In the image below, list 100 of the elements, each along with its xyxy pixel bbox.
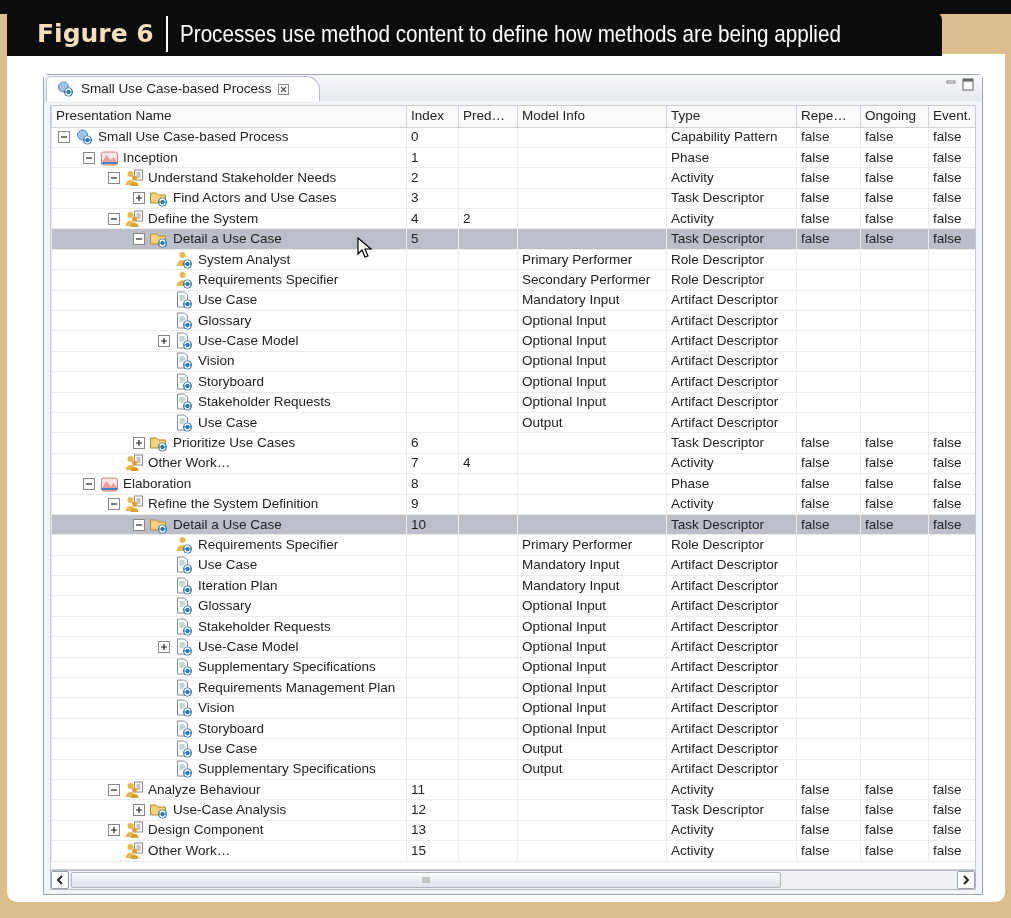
table-cell: Optional Input bbox=[522, 659, 607, 675]
document-icon bbox=[174, 699, 194, 718]
maximize-icon[interactable] bbox=[962, 78, 974, 91]
column-header[interactable]: Index bbox=[406, 106, 459, 127]
table-cell: 1 bbox=[411, 149, 419, 165]
person-icon bbox=[174, 536, 194, 554]
process-icon bbox=[74, 128, 94, 147]
expand-icon[interactable] bbox=[133, 804, 145, 817]
collapse-icon[interactable] bbox=[133, 233, 145, 246]
document-icon bbox=[174, 658, 194, 677]
table-cell: false bbox=[865, 516, 894, 532]
tree-item-label[interactable]: Use Case bbox=[198, 291, 258, 310]
table-cell: Optional Input bbox=[522, 700, 607, 716]
table-cell: 15 bbox=[411, 842, 427, 858]
table-cell: false bbox=[801, 169, 830, 185]
collapse-icon[interactable] bbox=[108, 212, 120, 225]
scroll-left-button[interactable] bbox=[51, 871, 69, 889]
table-cell: false bbox=[933, 802, 962, 818]
tree-item-label[interactable]: Vision bbox=[198, 699, 235, 718]
table-cell: Primary Performer bbox=[522, 537, 633, 552]
table-cell: Role Descriptor bbox=[671, 271, 765, 287]
table-cell: Artifact Descriptor bbox=[671, 720, 779, 736]
tree-item-label[interactable]: Vision bbox=[198, 352, 235, 371]
scroll-right-button[interactable] bbox=[957, 871, 975, 889]
table-cell: 13 bbox=[411, 822, 427, 838]
table-cell: false bbox=[801, 781, 830, 797]
table-cell: Mandatory Input bbox=[522, 557, 620, 573]
tab-title: Small Use Case-based Process bbox=[81, 79, 272, 98]
table-cell: false bbox=[801, 475, 830, 491]
expand-icon[interactable] bbox=[108, 824, 120, 837]
collapse-icon[interactable] bbox=[133, 518, 145, 531]
collapse-icon[interactable] bbox=[108, 171, 120, 184]
expand-icon[interactable] bbox=[133, 437, 145, 450]
document-icon bbox=[174, 760, 194, 779]
close-icon[interactable] bbox=[277, 83, 289, 95]
table-cell: Activity bbox=[671, 842, 714, 858]
table-cell: false bbox=[801, 802, 830, 818]
table-cell: false bbox=[865, 190, 894, 206]
expand-icon[interactable] bbox=[133, 192, 145, 205]
horizontal-scrollbar[interactable] bbox=[50, 870, 976, 890]
column-header[interactable]: Presentation Name bbox=[51, 106, 407, 127]
grip-icon bbox=[421, 876, 431, 884]
table-cell: Artifact Descriptor bbox=[671, 394, 779, 410]
task-icon bbox=[149, 189, 169, 208]
column-header[interactable]: Model Info bbox=[517, 106, 667, 127]
table-cell: Optional Input bbox=[522, 394, 607, 410]
table-cell: Artifact Descriptor bbox=[671, 577, 779, 593]
table-cell: Artifact Descriptor bbox=[671, 638, 779, 654]
tree-item-label[interactable]: Use Case bbox=[198, 556, 258, 575]
tree-item-label[interactable]: Inception bbox=[123, 148, 178, 167]
collapse-icon[interactable] bbox=[108, 783, 120, 796]
table-cell: Optional Input bbox=[522, 598, 607, 614]
tree-item-label[interactable]: Elaboration bbox=[123, 474, 192, 493]
tree-item-label[interactable]: Storyboard bbox=[198, 719, 265, 738]
column-header[interactable]: Pred… bbox=[458, 106, 518, 127]
table-cell: Optional Input bbox=[522, 353, 607, 369]
editor-tab[interactable]: Small Use Case-based Process bbox=[46, 76, 320, 101]
document-icon bbox=[174, 617, 194, 636]
table-cell: false bbox=[933, 231, 962, 247]
table-cell: Output bbox=[522, 740, 563, 756]
table-cell: Artifact Descriptor bbox=[671, 740, 779, 756]
table-cell: false bbox=[865, 129, 894, 145]
table-cell: Phase bbox=[671, 475, 710, 491]
expand-icon[interactable] bbox=[158, 335, 170, 348]
tree-item-label[interactable]: Use Case bbox=[198, 413, 258, 432]
mountain-icon bbox=[99, 474, 119, 493]
table-cell: Artifact Descriptor bbox=[671, 557, 779, 573]
table-cell: 8 bbox=[411, 475, 419, 491]
person-icon bbox=[174, 270, 194, 289]
tree-item-label[interactable]: Storyboard bbox=[198, 372, 265, 391]
table-cell: 0 bbox=[411, 129, 419, 145]
collapse-icon[interactable] bbox=[58, 131, 70, 144]
table-cell: 4 bbox=[411, 210, 419, 226]
tree-item-label[interactable]: Glossary bbox=[198, 597, 252, 616]
people-icon bbox=[124, 454, 144, 473]
table-cell: 3 bbox=[411, 190, 419, 206]
scroll-thumb[interactable] bbox=[71, 872, 781, 888]
tree-item-label[interactable]: Use Case bbox=[198, 739, 258, 758]
table-cell: false bbox=[801, 496, 830, 512]
column-header[interactable]: Ongoing bbox=[860, 106, 929, 127]
table-cell: 2 bbox=[411, 169, 419, 185]
collapse-icon[interactable] bbox=[83, 151, 95, 164]
document-icon bbox=[174, 291, 194, 310]
table-cell: Artifact Descriptor bbox=[671, 659, 779, 675]
column-header[interactable]: Repe… bbox=[796, 106, 861, 127]
document-icon bbox=[174, 576, 194, 595]
collapse-icon[interactable] bbox=[83, 477, 95, 490]
table-cell: Role Descriptor bbox=[671, 537, 765, 552]
table-cell: Artifact Descriptor bbox=[671, 373, 779, 389]
table-cell: Task Descriptor bbox=[671, 231, 765, 247]
table-cell: Artifact Descriptor bbox=[671, 618, 779, 634]
column-header[interactable]: Event. bbox=[928, 106, 975, 127]
tree-item-label[interactable]: Glossary bbox=[198, 311, 252, 330]
column-header[interactable]: Type bbox=[666, 106, 797, 127]
collapse-icon[interactable] bbox=[108, 498, 120, 511]
table-cell: 12 bbox=[411, 802, 427, 818]
table-cell: false bbox=[933, 149, 962, 165]
expand-icon[interactable] bbox=[158, 640, 170, 653]
mountain-icon bbox=[99, 148, 119, 167]
people-icon bbox=[124, 821, 144, 840]
